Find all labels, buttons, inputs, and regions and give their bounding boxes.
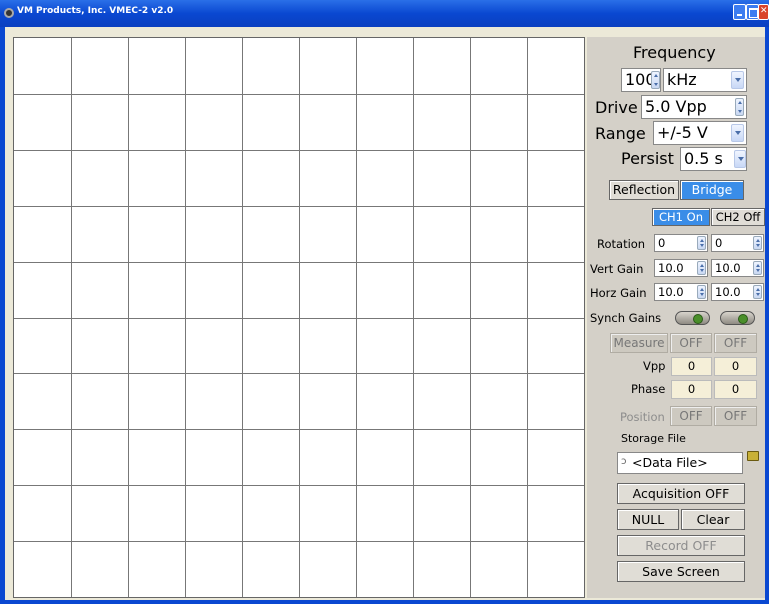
rotation-ch1-value: 0 xyxy=(658,236,666,250)
window-title: VM Products, Inc. VMEC-2 v2.0 xyxy=(17,6,174,16)
drive-spinner[interactable] xyxy=(735,98,744,116)
storage-file-input[interactable]: ↄ <Data File> xyxy=(617,452,743,474)
range-value: +/-5 V xyxy=(657,123,708,142)
window-frame-left xyxy=(0,27,5,604)
vpp-label: Vpp xyxy=(643,359,666,373)
vert-gain-ch2-value: 10.0 xyxy=(715,261,741,275)
record-button[interactable]: Record OFF xyxy=(617,535,745,556)
position-ch2-button[interactable]: OFF xyxy=(714,406,757,426)
drive-input[interactable]: 5.0 Vpp xyxy=(641,95,747,119)
minimize-icon[interactable] xyxy=(733,4,746,20)
phase-label: Phase xyxy=(631,382,666,396)
vpp-ch1-value: 0 xyxy=(671,357,712,376)
app-icon xyxy=(4,8,14,18)
horz-gain-ch2-spinner[interactable] xyxy=(753,285,762,299)
synch-gains-label: Synch Gains xyxy=(590,311,662,325)
vert-gain-label: Vert Gain xyxy=(590,262,644,276)
measure-ch2-button[interactable]: OFF xyxy=(714,333,757,353)
horz-gain-ch1-value: 10.0 xyxy=(658,285,684,299)
range-label: Range xyxy=(595,124,646,143)
vpp-ch2-value: 0 xyxy=(714,357,757,376)
persist-label: Persist xyxy=(621,149,674,168)
chevron-down-icon[interactable] xyxy=(731,124,744,142)
ch1-toggle-button[interactable]: CH1 On xyxy=(652,208,710,226)
phase-ch2-value: 0 xyxy=(714,380,757,399)
frequency-unit: kHz xyxy=(667,70,697,89)
horz-gain-ch2-value: 10.0 xyxy=(715,285,741,299)
ch2-toggle-button[interactable]: CH2 Off xyxy=(711,208,765,226)
position-ch1-button[interactable]: OFF xyxy=(670,406,712,426)
chevron-down-icon[interactable] xyxy=(731,71,744,89)
measure-label: Measure xyxy=(610,333,668,353)
vert-gain-ch1-value: 10.0 xyxy=(658,261,684,275)
reflection-button[interactable]: Reflection xyxy=(609,180,679,200)
drive-label: Drive xyxy=(595,98,638,117)
window-frame-bottom xyxy=(0,600,769,604)
path-icon: ↄ xyxy=(621,456,627,467)
control-panel: Frequency 100 kHz Drive 5.0 Vpp Range +/… xyxy=(587,37,765,598)
display-grid xyxy=(14,38,584,597)
oscilloscope-display xyxy=(13,37,585,598)
horz-gain-label: Horz Gain xyxy=(590,286,647,300)
synch-gains-ch2-toggle[interactable] xyxy=(720,311,755,325)
window-frame-right xyxy=(765,27,769,604)
save-screen-button[interactable]: Save Screen xyxy=(617,561,745,582)
rotation-ch2-spinner[interactable] xyxy=(753,236,762,250)
frequency-label: Frequency xyxy=(633,43,716,62)
folder-icon[interactable] xyxy=(747,451,759,461)
synch-gains-ch1-toggle[interactable] xyxy=(675,311,710,325)
null-button[interactable]: NULL xyxy=(617,509,679,530)
chevron-down-icon[interactable] xyxy=(734,150,746,168)
frequency-spinner[interactable] xyxy=(651,71,660,89)
phase-ch1-value: 0 xyxy=(671,380,712,399)
bridge-button[interactable]: Bridge xyxy=(680,180,744,200)
persist-value: 0.5 s xyxy=(684,149,723,168)
horz-gain-ch1-spinner[interactable] xyxy=(697,285,706,299)
measure-ch1-button[interactable]: OFF xyxy=(670,333,712,353)
close-icon[interactable] xyxy=(758,4,769,20)
clear-button[interactable]: Clear xyxy=(681,509,745,530)
storage-file-path: <Data File> xyxy=(632,455,708,470)
storage-file-label: Storage File xyxy=(621,432,686,445)
vert-gain-ch1-spinner[interactable] xyxy=(697,261,706,275)
rotation-label: Rotation xyxy=(597,237,646,251)
rotation-ch2-value: 0 xyxy=(715,236,723,250)
title-bar: VM Products, Inc. VMEC-2 v2.0 xyxy=(0,0,769,27)
drive-value: 5.0 Vpp xyxy=(645,97,707,116)
position-label: Position xyxy=(620,410,665,424)
vert-gain-ch2-spinner[interactable] xyxy=(753,261,762,275)
rotation-ch1-spinner[interactable] xyxy=(697,236,706,250)
acquisition-button[interactable]: Acquisition OFF xyxy=(617,483,745,504)
